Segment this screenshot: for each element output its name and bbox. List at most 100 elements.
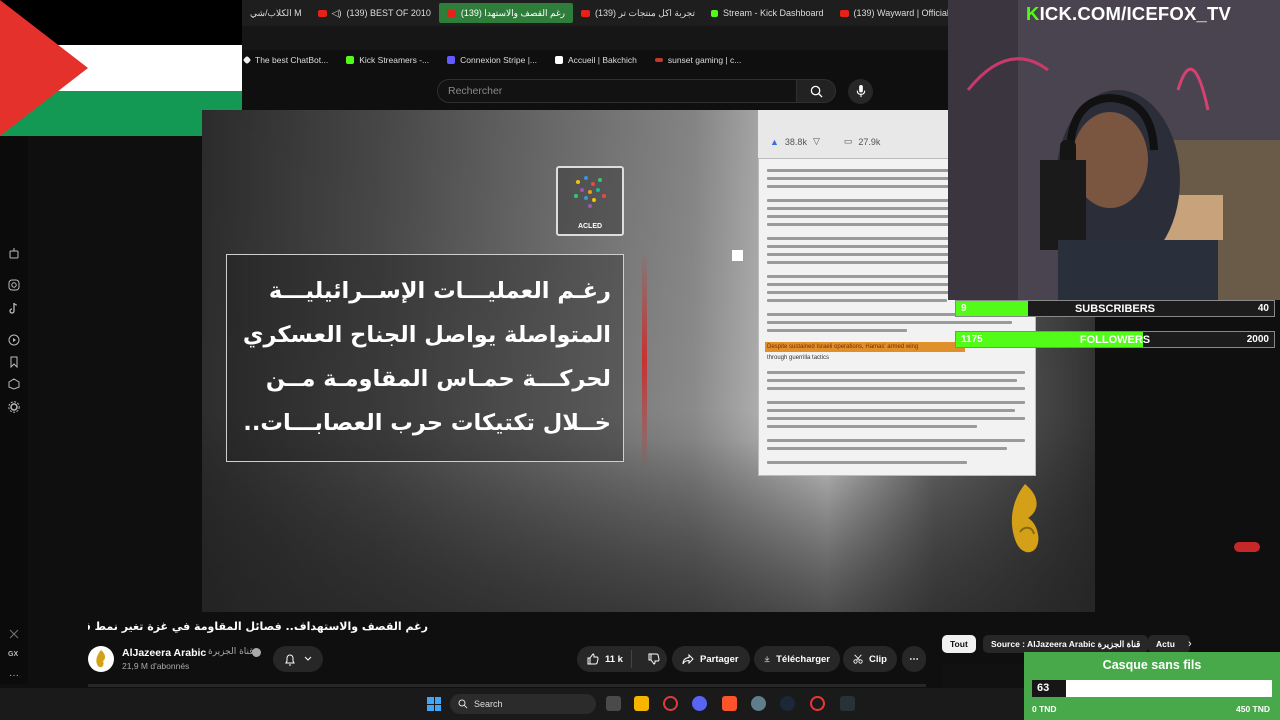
bookmark-label: The best ChatBot... xyxy=(255,55,329,65)
upvote-icon: ▲ xyxy=(770,136,779,147)
youtube-icon xyxy=(317,9,327,17)
share-button[interactable]: Partager xyxy=(672,646,750,672)
scissors-icon xyxy=(853,654,863,664)
taskbar-search-label: Search xyxy=(474,699,503,709)
play-icon[interactable] xyxy=(8,334,20,346)
bookmark-label: Accueil | Bakchich xyxy=(568,55,637,65)
bot-icon[interactable] xyxy=(8,248,20,260)
search-placeholder: Rechercher xyxy=(448,85,503,97)
channel-name[interactable]: AlJazeera Arabic xyxy=(122,647,206,659)
search-input[interactable]: Rechercher xyxy=(437,79,796,103)
taskbar-search[interactable]: Search xyxy=(450,694,596,714)
opera-gx-active-icon[interactable] xyxy=(810,696,825,711)
gx-label[interactable]: GX xyxy=(8,651,18,658)
goal-target: 2000 xyxy=(1246,334,1269,345)
kick-channel-brand: KICK.COM/ICEFOX_TV xyxy=(1026,3,1231,25)
browser-tab[interactable]: (139) Wayward | Official xyxy=(832,3,948,23)
caption-line: رغـم العمليـــات الإســرائيليـــة xyxy=(268,278,611,304)
bookmark-item[interactable]: Accueil | Bakchich xyxy=(555,55,637,65)
bookmark-label: Connexion Stripe |... xyxy=(460,55,538,65)
doc-stat-upvotes: 38.8k xyxy=(784,136,807,147)
bookmark-item[interactable]: sunset gaming | c... xyxy=(654,55,741,65)
like-count: 11 k xyxy=(605,653,623,665)
settings-icon[interactable] xyxy=(751,696,766,711)
description-divider xyxy=(88,684,926,687)
aljazeera-avatar-icon xyxy=(96,650,106,668)
browser-tab[interactable]: ◁) (139) BEST OF 2010 xyxy=(310,3,439,23)
discord-icon[interactable] xyxy=(692,696,707,711)
recommendation-thumbnail[interactable] xyxy=(942,664,1024,688)
youtube-icon xyxy=(839,9,849,17)
comment-icon: ▭ xyxy=(843,136,853,146)
kick-brand-text: ICK.COM/ICEFOX_TV xyxy=(1039,3,1232,24)
acled-dots-icon xyxy=(574,176,606,208)
channel-alt-name[interactable]: قناة الجزيرة xyxy=(208,647,254,657)
downvote-icon: ▽ xyxy=(812,136,820,146)
instagram-icon[interactable] xyxy=(8,279,20,291)
bookmark-item[interactable]: Connexion Stripe |... xyxy=(447,55,537,65)
share-icon xyxy=(682,653,694,664)
opera-gx-icon[interactable] xyxy=(663,696,678,711)
terminal-icon[interactable] xyxy=(840,696,855,711)
donation-value: 63 xyxy=(1037,682,1050,694)
bookmark-item[interactable]: Kick Streamers -... xyxy=(346,55,429,65)
bookmark-icon[interactable] xyxy=(8,356,20,368)
subscribers-goal-bar: 9 SUBSCRIBERS 40 xyxy=(955,300,1275,317)
tab-label: Stream - Kick Dashboard xyxy=(722,8,824,18)
donation-bar xyxy=(1032,680,1272,697)
search-icon xyxy=(458,699,468,709)
youtube-icon xyxy=(581,9,590,17)
sunset-gaming-icon xyxy=(654,58,663,62)
steam-icon[interactable] xyxy=(780,696,795,711)
chip-source[interactable]: Source : AlJazeera Arabic قناة الجزيرة xyxy=(983,635,1149,653)
document-header: ▲ 38.8k ▽ ▭ 27.9k xyxy=(758,110,958,158)
thumbs-up-icon xyxy=(587,653,599,665)
browser-tab-active[interactable]: (139) رغم القصف والاستهدا xyxy=(438,3,573,23)
search-button[interactable] xyxy=(796,79,836,103)
bookmark-item[interactable]: The best ChatBot... xyxy=(242,55,329,65)
doc-stat-comments: 27.9k xyxy=(858,136,881,147)
channel-avatar[interactable] xyxy=(88,646,114,672)
kick-brand-k: K xyxy=(1026,3,1040,24)
task-view-icon[interactable] xyxy=(606,696,621,711)
settings-icon[interactable] xyxy=(8,401,20,413)
browser-tab[interactable]: (139) تجربة اكل منتجات تر xyxy=(573,3,703,23)
thumbs-down-icon xyxy=(648,653,660,665)
kick-icon xyxy=(710,9,718,17)
download-button[interactable]: Télécharger xyxy=(754,646,840,672)
donation-min: 0 TND xyxy=(1032,704,1057,714)
tab-label: (139) رغم القصف والاستهدا xyxy=(460,7,565,18)
more-icon: ⋯ xyxy=(909,653,919,665)
clip-button[interactable]: Clip xyxy=(843,646,897,672)
video-caption: رغـم العمليـــات الإســرائيليـــة المتوا… xyxy=(226,254,624,462)
chip-actu[interactable]: Actu xyxy=(1148,635,1190,653)
cube-icon[interactable] xyxy=(8,378,20,390)
brave-icon[interactable] xyxy=(722,696,737,711)
file-explorer-icon[interactable] xyxy=(634,696,649,711)
voice-search-button[interactable] xyxy=(848,79,873,104)
video-title: رغم القصف والاستهداف.. فصائل المقاومة في… xyxy=(88,620,428,633)
aljazeera-logo xyxy=(1011,484,1039,553)
tiktok-icon[interactable] xyxy=(8,302,20,314)
goal-label: FOLLOWERS xyxy=(1079,334,1151,346)
download-label: Télécharger xyxy=(776,653,830,665)
browser-tab[interactable]: Stream - Kick Dashboard xyxy=(703,3,832,23)
chip-all[interactable]: Tout xyxy=(942,635,976,653)
bookmarks-bar: The best ChatBot... Kick Streamers -... … xyxy=(242,50,948,70)
more-actions-button[interactable]: ⋯ xyxy=(902,646,926,672)
kick-icon xyxy=(346,56,355,64)
chevron-down-icon xyxy=(304,656,312,661)
doc-stats: ▲ 38.8k ▽ ▭ 27.9k xyxy=(770,136,880,147)
browser-tab[interactable]: الكلاب/شي M xyxy=(242,3,310,23)
address-bar-area xyxy=(242,26,948,50)
doc-highlight: Despite sustained Israeli operations, Ha… xyxy=(765,342,965,352)
dislike-button[interactable] xyxy=(638,653,670,665)
notification-bell-button[interactable] xyxy=(273,646,323,672)
tools-icon[interactable] xyxy=(8,628,20,640)
stripe-icon xyxy=(447,56,456,64)
chevron-right-icon[interactable]: › xyxy=(1188,638,1192,650)
windows-start-icon[interactable] xyxy=(427,697,441,711)
browser-side-rail: GX ··· xyxy=(0,136,28,684)
like-button[interactable]: 11 k xyxy=(577,650,632,668)
more-icon[interactable]: ··· xyxy=(9,670,19,681)
